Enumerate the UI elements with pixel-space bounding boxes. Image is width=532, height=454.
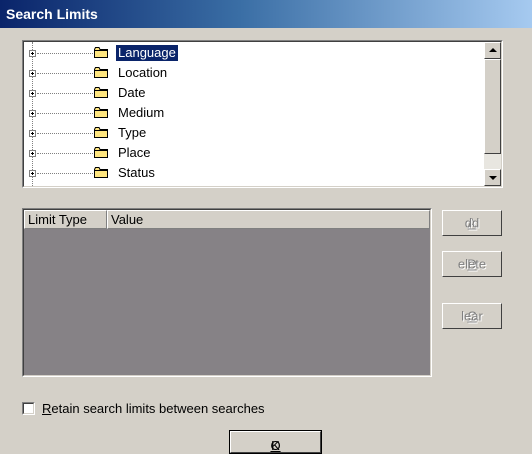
scroll-up-button[interactable] bbox=[484, 42, 501, 59]
tree-item-status[interactable]: Status bbox=[24, 164, 324, 184]
tree-item-medium[interactable]: Medium bbox=[24, 104, 324, 124]
tree-content: Language Location Date Medium Type Place… bbox=[24, 42, 484, 186]
tree-item-label: Status bbox=[118, 165, 155, 180]
folder-icon bbox=[94, 127, 108, 138]
tree-item-type[interactable]: Type bbox=[24, 124, 324, 144]
window-title: Search Limits bbox=[6, 6, 98, 22]
tree-scrollbar[interactable] bbox=[484, 42, 501, 186]
expand-icon[interactable] bbox=[29, 50, 36, 57]
tree-item-label: Place bbox=[118, 145, 151, 160]
expand-icon[interactable] bbox=[29, 110, 36, 117]
scroll-thumb[interactable] bbox=[484, 59, 501, 154]
expand-icon[interactable] bbox=[29, 170, 36, 177]
limit-category-tree[interactable]: Language Location Date Medium Type Place… bbox=[22, 40, 503, 188]
limits-list-header: Limit Type Value bbox=[24, 210, 430, 229]
column-header-value[interactable]: Value bbox=[107, 210, 430, 229]
retain-limits-checkbox[interactable] bbox=[22, 402, 35, 415]
folder-icon bbox=[94, 47, 108, 58]
arrow-down-icon bbox=[489, 176, 497, 180]
scroll-down-button[interactable] bbox=[484, 169, 501, 186]
tree-item-date[interactable]: Date bbox=[24, 84, 324, 104]
folder-icon bbox=[94, 87, 108, 98]
tree-item-label: Location bbox=[118, 65, 168, 80]
ok-button[interactable]: OK bbox=[229, 430, 322, 454]
folder-icon bbox=[94, 147, 108, 158]
expand-icon[interactable] bbox=[29, 70, 36, 77]
tree-item-label: Date bbox=[118, 85, 146, 100]
retain-limits-label[interactable]: Retain search limits between searches bbox=[42, 401, 265, 417]
folder-icon bbox=[94, 67, 108, 78]
tree-item-language[interactable]: Language bbox=[24, 44, 324, 64]
arrow-up-icon bbox=[489, 48, 497, 52]
limits-list[interactable]: Limit Type Value bbox=[22, 208, 432, 377]
title-bar: Search Limits bbox=[0, 0, 532, 28]
expand-icon[interactable] bbox=[29, 90, 36, 97]
tree-item-label: Language bbox=[115, 44, 179, 62]
clear-button[interactable]: Clear bbox=[442, 303, 502, 329]
tree-item-place[interactable]: Place bbox=[24, 144, 324, 164]
column-header-limit-type[interactable]: Limit Type bbox=[24, 210, 107, 229]
tree-item-label: Type bbox=[118, 125, 147, 140]
limits-list-body[interactable] bbox=[24, 210, 430, 375]
folder-icon bbox=[94, 167, 108, 178]
add-button[interactable]: Add bbox=[442, 210, 502, 236]
folder-icon bbox=[94, 107, 108, 118]
expand-icon[interactable] bbox=[29, 130, 36, 137]
expand-icon[interactable] bbox=[29, 150, 36, 157]
tree-item-location[interactable]: Location bbox=[24, 64, 324, 84]
delete-button[interactable]: Delete bbox=[442, 251, 502, 277]
tree-item-label: Medium bbox=[118, 105, 165, 120]
